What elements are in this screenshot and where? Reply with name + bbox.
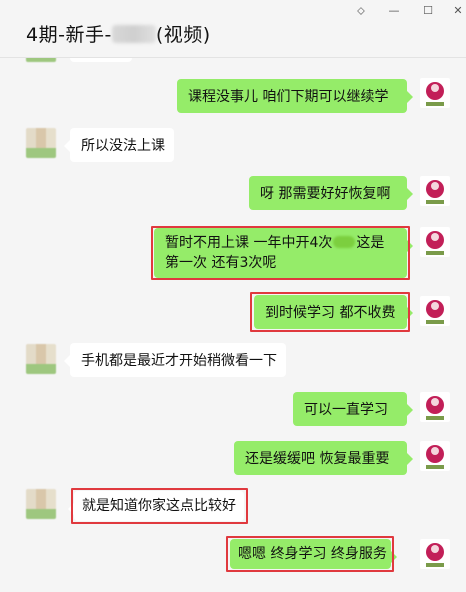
message-bubble[interactable]: 所以没法上课: [64, 128, 174, 162]
avatar[interactable]: [420, 78, 450, 108]
avatar[interactable]: [420, 392, 450, 422]
message-bubble[interactable]: 可以一直学习: [293, 392, 413, 426]
avatar[interactable]: [26, 128, 56, 158]
minimize-icon[interactable]: —: [384, 4, 404, 18]
chat-title-prefix: 4期-新手-: [26, 24, 112, 46]
avatar[interactable]: [420, 441, 450, 471]
message-list[interactable]: 课程没事儿 咱们下期可以继续学 所以没法上课 呀 那需要好好恢复啊 暂时不用上课…: [0, 58, 466, 592]
chat-title: 4期-新手- (视频): [26, 20, 211, 47]
avatar[interactable]: [420, 539, 450, 569]
highlight-box: [250, 292, 410, 332]
close-icon[interactable]: ✕: [448, 4, 466, 18]
message-bubble[interactable]: 呀 那需要好好恢复啊: [249, 176, 413, 210]
maximize-icon[interactable]: ☐: [418, 4, 438, 18]
avatar-icon: [426, 396, 444, 420]
title-bar: 4期-新手- (视频) ⬦ — ☐ ✕: [0, 0, 466, 58]
avatar[interactable]: [26, 489, 56, 519]
pin-icon[interactable]: ⬦: [351, 4, 371, 18]
message-bubble[interactable]: 课程没事儿 咱们下期可以继续学: [177, 79, 413, 113]
chat-title-suffix: (视频): [155, 24, 211, 46]
avatar-icon: [426, 180, 444, 204]
avatar[interactable]: [26, 58, 56, 62]
avatar-icon: [426, 231, 444, 255]
avatar-icon: [426, 445, 444, 469]
message-bubble[interactable]: 手机都是最近才开始稍微看一下: [64, 343, 286, 377]
highlight-box: [226, 536, 394, 572]
avatar-icon: [426, 300, 444, 324]
message-bubble-partial: [70, 58, 132, 62]
avatar[interactable]: [420, 227, 450, 257]
highlight-box: [151, 226, 410, 280]
avatar-icon: [426, 82, 444, 106]
avatar[interactable]: [420, 176, 450, 206]
avatar[interactable]: [420, 296, 450, 326]
message-bubble[interactable]: 还是缓缓吧 恢复最重要: [234, 441, 413, 475]
avatar[interactable]: [26, 344, 56, 374]
redacted-name: [111, 25, 156, 43]
highlight-box: [71, 488, 248, 524]
bottom-edge: [0, 588, 466, 592]
avatar-icon: [426, 543, 444, 567]
